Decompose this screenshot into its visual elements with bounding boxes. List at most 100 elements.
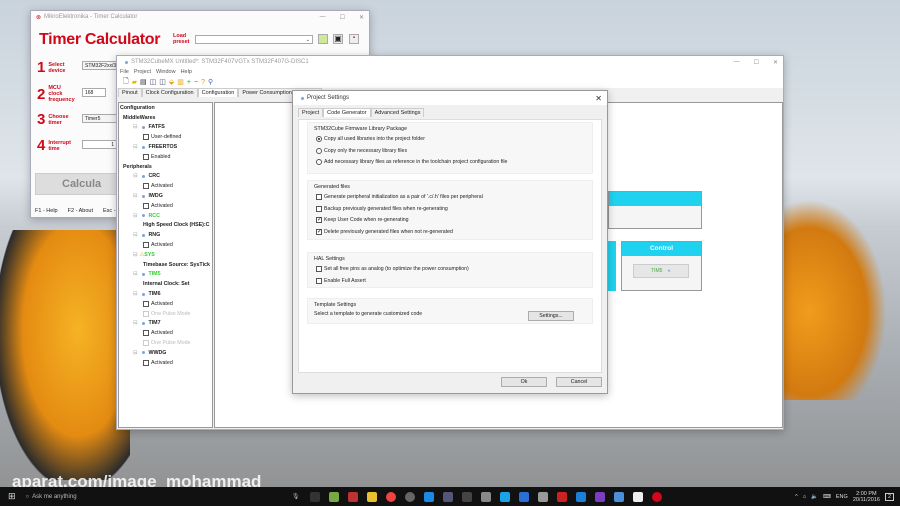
- expand-icon[interactable]: ⊟: [133, 144, 137, 150]
- checkbox[interactable]: [316, 277, 322, 284]
- visual-studio-icon[interactable]: [595, 491, 606, 502]
- checkbox-option[interactable]: Enable Full Assert: [316, 277, 592, 285]
- task-view-icon[interactable]: [310, 491, 321, 502]
- tree-item[interactable]: Activated: [119, 299, 212, 309]
- app-icon[interactable]: [405, 491, 416, 502]
- checkbox[interactable]: [143, 242, 149, 249]
- radio-button[interactable]: [316, 159, 322, 166]
- skype-icon[interactable]: [500, 491, 511, 502]
- tab-project[interactable]: Project: [298, 108, 324, 117]
- menu-window[interactable]: Window: [156, 69, 176, 75]
- open-folder-icon[interactable]: ▰: [132, 78, 137, 86]
- radio-button[interactable]: [316, 147, 322, 154]
- app-icon[interactable]: [557, 491, 568, 502]
- expand-icon[interactable]: ⊟: [133, 271, 137, 277]
- checkbox-option[interactable]: ✓ Delete previously generated files when …: [316, 228, 592, 236]
- tree-item[interactable]: ⊟ WWDG: [119, 348, 212, 358]
- app-icon[interactable]: [614, 491, 625, 502]
- tree-item[interactable]: Activated: [119, 181, 212, 191]
- radio-option[interactable]: Copy only the necessary library files: [316, 147, 592, 155]
- radio-option[interactable]: Add necessary library files as reference…: [316, 158, 592, 166]
- checkbox[interactable]: [316, 266, 322, 272]
- tree-item[interactable]: ⊟ ⚠ SYS: [119, 250, 212, 260]
- tree-item[interactable]: Timebase Source: SysTick: [119, 260, 212, 270]
- close-button[interactable]: ✕: [773, 59, 778, 66]
- maximize-button[interactable]: ☐: [754, 59, 759, 66]
- tree-item[interactable]: High Speed Clock (HSE):C: [119, 221, 212, 231]
- chrome-icon[interactable]: [386, 491, 397, 502]
- tree-item[interactable]: Activated: [119, 328, 212, 338]
- checkbox-option[interactable]: Generate peripheral initialization as a …: [316, 193, 592, 201]
- open-preset-button[interactable]: [318, 34, 328, 44]
- expand-icon[interactable]: ⊟: [133, 320, 137, 326]
- tree-item[interactable]: ⊟ TIM7: [119, 319, 212, 329]
- new-project-icon[interactable]: 🗋: [123, 77, 129, 88]
- tree-item[interactable]: ⊟ RCC: [119, 211, 212, 221]
- checkbox[interactable]: [143, 340, 149, 347]
- delete-preset-button[interactable]: ▪: [349, 34, 359, 44]
- settings-button[interactable]: Settings...: [528, 311, 574, 321]
- checkbox[interactable]: [143, 359, 149, 366]
- checkbox[interactable]: [143, 153, 149, 160]
- minimize-button[interactable]: —: [320, 14, 326, 21]
- close-button[interactable]: ✕: [359, 14, 364, 21]
- radio-option[interactable]: Copy all used libraries into the project…: [316, 135, 592, 143]
- checkbox[interactable]: ✓: [316, 228, 322, 235]
- language-indicator[interactable]: ENG: [836, 494, 848, 500]
- save-icon[interactable]: ◫: [150, 78, 157, 86]
- calculate-button[interactable]: Calcula: [35, 173, 119, 195]
- checkbox-option[interactable]: ✓ Keep User Code when re-generating: [316, 216, 592, 224]
- save-as-icon[interactable]: ◫: [159, 78, 166, 86]
- tree-item[interactable]: Activated: [119, 240, 212, 250]
- close-button[interactable]: ✕: [595, 94, 602, 103]
- app-icon[interactable]: [538, 491, 549, 502]
- zoom-out-icon[interactable]: −: [194, 79, 198, 86]
- tree-item[interactable]: One Pulse Mode: [119, 338, 212, 348]
- tree-item[interactable]: Enabled: [119, 152, 212, 162]
- app-icon[interactable]: [329, 491, 340, 502]
- checkbox[interactable]: [143, 300, 149, 307]
- menu-file[interactable]: File: [120, 69, 129, 75]
- menu-project[interactable]: Project: [134, 69, 151, 75]
- expand-icon[interactable]: ⊟: [133, 213, 137, 219]
- tab-advanced-settings[interactable]: Advanced Settings: [370, 108, 425, 117]
- tab-code-generator[interactable]: Code Generator: [323, 108, 371, 117]
- tree-item[interactable]: ⊟ FREERTOS: [119, 142, 212, 152]
- app-icon[interactable]: [481, 491, 492, 502]
- expand-icon[interactable]: ⊟: [133, 291, 137, 297]
- tree-item[interactable]: ⊟ IWDG: [119, 191, 212, 201]
- tree-item[interactable]: Peripherals: [119, 162, 212, 172]
- tree-item[interactable]: Internal Clock: Set: [119, 279, 212, 289]
- checkbox[interactable]: [143, 330, 149, 337]
- menu-help[interactable]: Help: [181, 69, 192, 75]
- tree-item[interactable]: Activated: [119, 358, 212, 368]
- app-icon[interactable]: [443, 491, 454, 502]
- clock-frequency-select[interactable]: 168: [82, 88, 106, 97]
- help-icon[interactable]: ?: [201, 79, 205, 86]
- maximize-button[interactable]: ☐: [340, 14, 345, 21]
- search-icon[interactable]: ⚲: [208, 78, 213, 86]
- expand-icon[interactable]: ⊟: [133, 252, 137, 258]
- tree-item[interactable]: MiddleWares: [119, 113, 212, 123]
- outlook-icon[interactable]: [519, 491, 530, 502]
- app-icon[interactable]: [462, 491, 473, 502]
- checkbox[interactable]: [143, 183, 149, 190]
- app-icon[interactable]: [348, 491, 359, 502]
- start-button[interactable]: ⊞: [8, 491, 16, 502]
- save-preset-button[interactable]: ▣: [333, 34, 343, 44]
- cortana-search[interactable]: ○ Ask me anything 🎙: [26, 493, 306, 501]
- expand-icon[interactable]: ⊟: [133, 124, 137, 130]
- expand-icon[interactable]: ⊟: [133, 173, 137, 179]
- expand-icon[interactable]: ⊟: [133, 232, 137, 238]
- zoom-in-icon[interactable]: +: [187, 79, 191, 86]
- report-icon[interactable]: ▥: [177, 78, 184, 86]
- file-explorer-icon[interactable]: [367, 491, 378, 502]
- tab-configuration[interactable]: Configuration: [197, 88, 239, 97]
- checkbox[interactable]: [316, 194, 322, 200]
- interrupt-time-input[interactable]: 1: [82, 140, 117, 149]
- ok-button[interactable]: Ok: [501, 377, 547, 387]
- expand-icon[interactable]: ⊟: [133, 193, 137, 199]
- tab-clock-configuration[interactable]: Clock Configuration: [141, 88, 198, 97]
- checkbox[interactable]: ✓: [316, 217, 322, 224]
- tree-item[interactable]: User-defined: [119, 132, 212, 142]
